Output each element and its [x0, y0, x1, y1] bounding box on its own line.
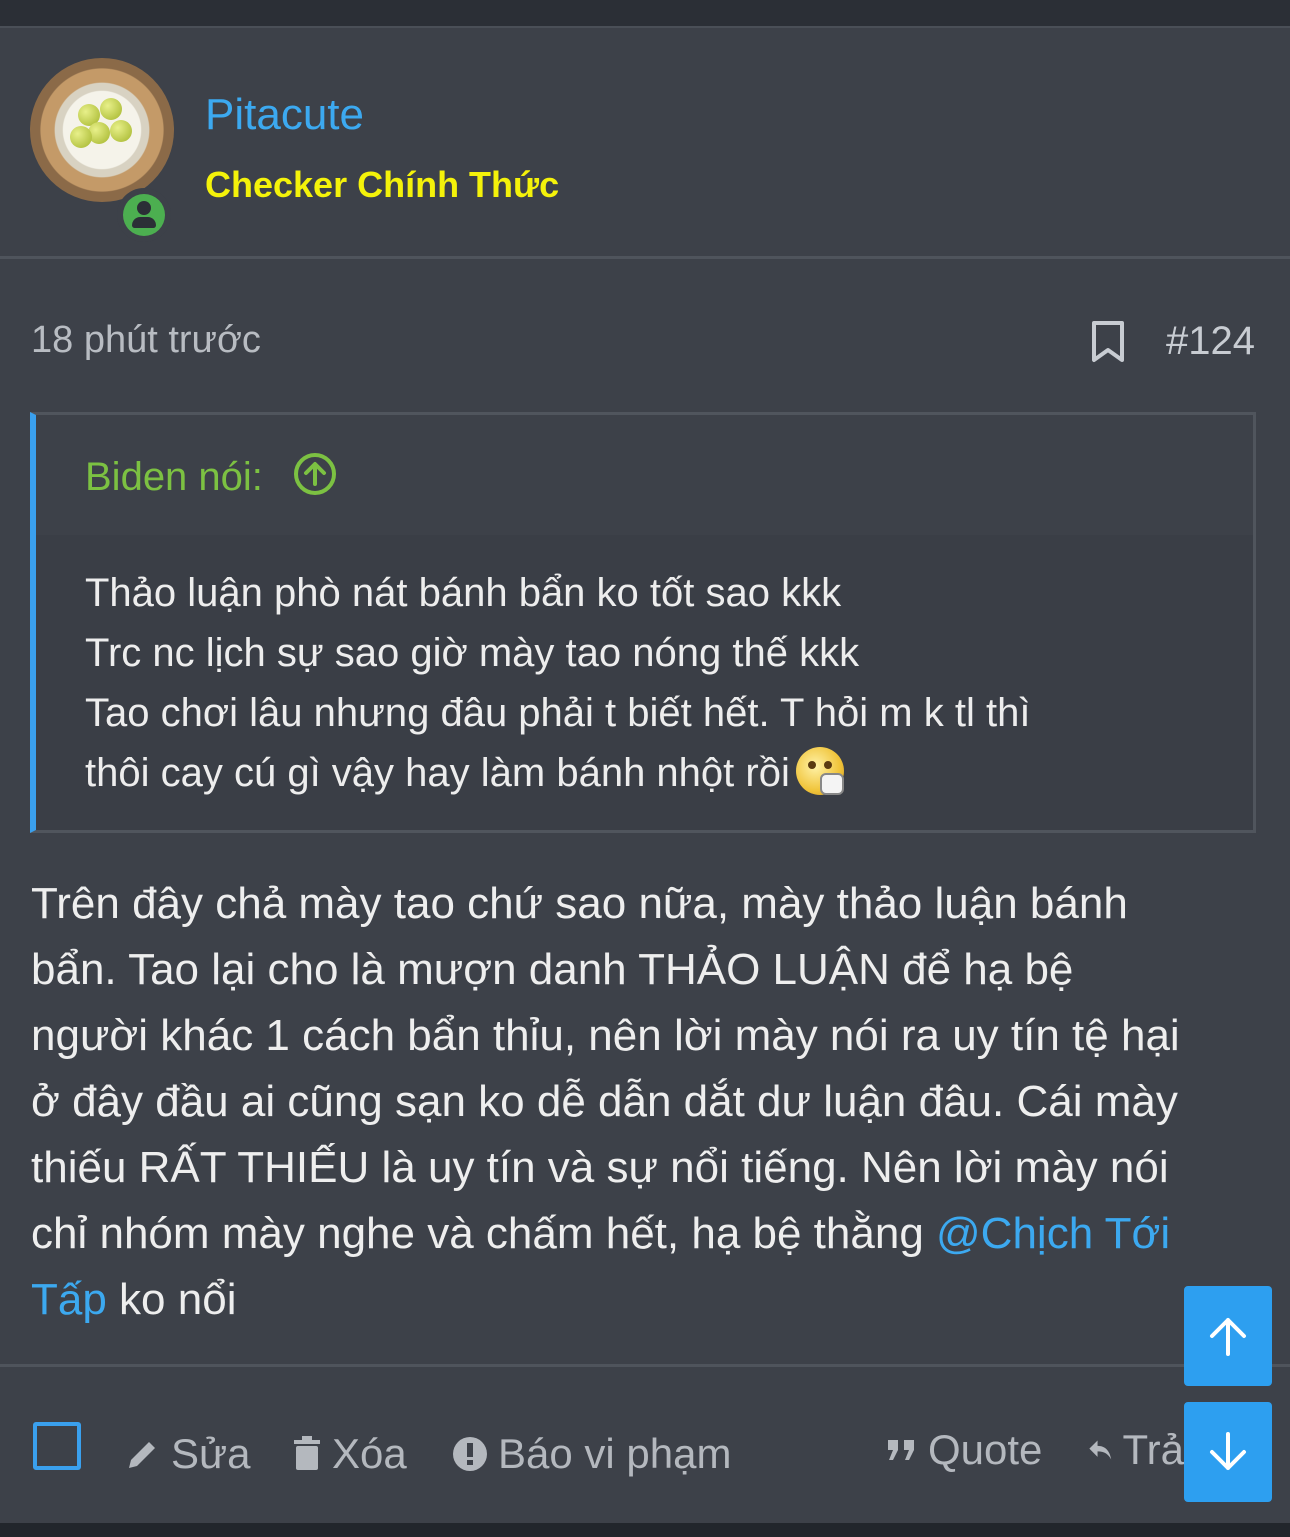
quote-line: Thảo luận phò nát bánh bẩn ko tốt sao kk…: [85, 571, 842, 615]
arrow-down-icon: [1210, 1432, 1246, 1470]
bookmark-icon[interactable]: [1090, 320, 1126, 364]
report-label: Báo vi phạm: [498, 1430, 732, 1477]
online-status-icon: [117, 188, 171, 242]
delete-button[interactable]: Xóa: [292, 1430, 407, 1478]
user-title: Checker Chính Thức: [205, 164, 560, 205]
username-link[interactable]: Pitacute: [205, 90, 364, 140]
arrow-up-circle-icon[interactable]: [292, 451, 338, 497]
header-divider: [0, 256, 1290, 259]
post-body-line: chỉ nhóm mày nghe và chấm hết, hạ bệ thằ…: [31, 1209, 1170, 1259]
user-mention-link[interactable]: Tấp: [31, 1275, 107, 1324]
report-button[interactable]: Báo vi phạm: [452, 1430, 731, 1478]
reply-label: Trả: [1122, 1426, 1184, 1473]
quote-line: Trc nc lịch sự sao giờ mày tao nóng thế …: [85, 631, 860, 675]
reply-button[interactable]: Trả: [1088, 1426, 1184, 1474]
trash-icon: [294, 1436, 320, 1470]
post-body-line: thiếu RẤT THIẾU là uy tín và sự nổi tiến…: [31, 1143, 1169, 1192]
post-body-line: bẩn. Tao lại cho là mượn danh THẢO LUẬN …: [31, 945, 1074, 994]
pencil-icon: [129, 1442, 155, 1468]
post-body-line: ở đây đầu ai cũng sạn ko dễ dẫn dắt dư l…: [31, 1077, 1178, 1126]
quote-line: Tao chơi lâu nhưng đâu phải t biết hết. …: [85, 691, 1031, 735]
top-strip: [0, 0, 1290, 26]
bottom-strip: [0, 1523, 1290, 1537]
post-body-line: Trên đây chả mày tao chứ sao nữa, mày th…: [31, 879, 1128, 928]
quote-author-link[interactable]: Biden nói:: [85, 455, 263, 500]
select-post-checkbox[interactable]: [33, 1422, 81, 1470]
post-timestamp[interactable]: 18 phút trước: [31, 319, 261, 362]
post-body-line: Tấp ko nổi: [31, 1275, 236, 1325]
post-body-line: người khác 1 cách bẩn thỉu, nên lời mày …: [31, 1011, 1180, 1060]
quote-block: Biden nói: Thảo luận phò nát bánh bẩn ko…: [30, 412, 1256, 833]
avatar[interactable]: [30, 58, 174, 202]
quote-line-text: thôi cay cú gì vậy hay làm bánh nhột rồi: [85, 751, 790, 795]
post-body-text: chỉ nhóm mày nghe và chấm hết, hạ bệ thằ…: [31, 1209, 937, 1258]
edit-label: Sửa: [171, 1430, 251, 1477]
quote-header: Biden nói:: [36, 415, 1253, 535]
reply-arrow-icon: [1089, 1440, 1112, 1460]
quote-marks-icon: [888, 1440, 914, 1460]
edit-button[interactable]: Sửa: [125, 1430, 251, 1478]
alert-circle-icon: [453, 1437, 487, 1471]
smiley-emoji-icon: [795, 747, 844, 796]
footer-divider: [0, 1364, 1290, 1367]
scroll-bottom-button[interactable]: [1184, 1402, 1272, 1502]
delete-label: Xóa: [332, 1430, 407, 1477]
scroll-top-button[interactable]: [1184, 1286, 1272, 1386]
quote-label: Quote: [928, 1426, 1043, 1473]
quote-button[interactable]: Quote: [886, 1426, 1042, 1474]
user-mention-link[interactable]: @Chịch Tới: [936, 1209, 1170, 1258]
user-header: Pitacute Checker Chính Thức: [0, 28, 1290, 256]
post-card: Pitacute Checker Chính Thức 18 phút trướ…: [0, 26, 1290, 1525]
quote-line: thôi cay cú gì vậy hay làm bánh nhột rồi: [85, 747, 844, 799]
post-number-link[interactable]: #124: [1166, 319, 1255, 364]
post-body-text: ko nổi: [106, 1275, 237, 1324]
quote-content: Thảo luận phò nát bánh bẩn ko tốt sao kk…: [36, 535, 1253, 830]
arrow-up-icon: [1210, 1318, 1246, 1356]
